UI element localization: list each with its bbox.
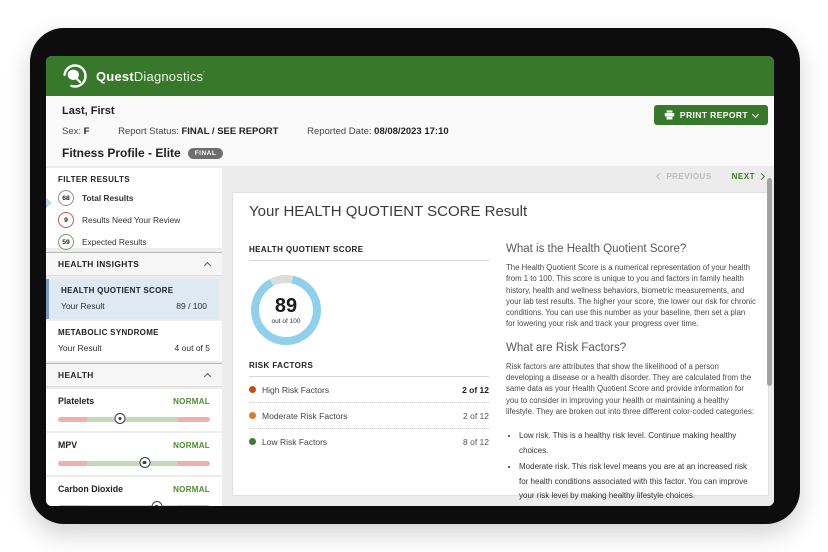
about-risk-paragraph: Risk factors are attributes that show th… xyxy=(506,361,756,417)
print-report-label: PRINT REPORT xyxy=(680,110,748,120)
sex-value: F xyxy=(84,126,90,137)
score-column: HEALTH QUOTIENT SCORE 89 out of 100 RISK… xyxy=(249,245,489,454)
risk-row-high: High Risk Factors 2 of 12 xyxy=(249,377,489,403)
status-badge: NORMAL xyxy=(173,397,210,406)
about-column: What is the Health Quotient Score? The H… xyxy=(506,243,756,506)
result-value: 89 / 100 xyxy=(176,301,207,311)
patient-meta: Sex: F Report Status: FINAL / SEE REPORT… xyxy=(62,126,475,137)
risk-bullet-low: Low risk. This is a healthy risk level. … xyxy=(519,429,756,459)
range-marker xyxy=(139,457,150,468)
active-filter-arrow xyxy=(46,197,52,209)
status-badge: NORMAL xyxy=(173,441,210,450)
result-label: Your Result xyxy=(58,343,102,353)
range-gauge xyxy=(58,505,210,506)
filter-item-expected-results[interactable]: 59 Expected Results xyxy=(58,234,210,250)
page: QuestDiagnostics’ Last, First Sex: F Rep… xyxy=(0,0,828,552)
count-circle: 9 xyxy=(58,212,74,228)
next-button[interactable]: NEXT xyxy=(732,172,764,181)
about-score-heading: What is the Health Quotient Score? xyxy=(506,243,756,255)
tablet-frame: QuestDiagnostics’ Last, First Sex: F Rep… xyxy=(30,28,800,524)
brand-name: QuestDiagnostics’ xyxy=(96,69,205,84)
result-detail-card: Your HEALTH QUOTIENT SCORE Result HEALTH… xyxy=(232,192,769,496)
sidebar-item-metabolic-syndrome[interactable]: METABOLIC SYNDROME Your Result 4 out of … xyxy=(46,321,222,361)
section-header-health[interactable]: HEALTH xyxy=(46,363,222,387)
hqs-gauge-ring: 89 out of 100 xyxy=(251,275,321,345)
content-area: FILTER RESULTS 68 Total Results 9 Result… xyxy=(46,166,774,506)
report-status-value: FINAL / SEE REPORT xyxy=(181,126,278,137)
risk-level-list: Low risk. This is a healthy risk level. … xyxy=(506,429,756,506)
range-marker xyxy=(115,413,126,424)
reported-date-label: Reported Date: xyxy=(307,126,371,137)
reported-date-value: 08/08/2023 17:10 xyxy=(374,126,448,137)
filter-item-total-results[interactable]: 68 Total Results xyxy=(58,190,210,206)
low-risk-dot-icon xyxy=(249,438,256,445)
chevron-down-icon xyxy=(752,110,759,117)
risk-bullet-high: High risk. This risk level means you are… xyxy=(519,505,756,506)
count-circle: 68 xyxy=(58,190,74,206)
quest-logo-icon xyxy=(62,63,88,89)
risk-row-moderate: Moderate Risk Factors 2 of 12 xyxy=(249,403,489,429)
sidebar-item-platelets[interactable]: Platelets NORMAL xyxy=(46,389,222,431)
count-circle: 59 xyxy=(58,234,74,250)
risk-row-low: Low Risk Factors 8 of 12 xyxy=(249,429,489,454)
chevron-left-icon xyxy=(656,173,663,180)
range-gauge xyxy=(58,461,210,466)
print-report-button[interactable]: PRINT REPORT xyxy=(654,105,768,125)
sidebar-item-mpv[interactable]: MPV NORMAL xyxy=(46,433,222,475)
score-section-label: HEALTH QUOTIENT SCORE xyxy=(249,245,489,261)
about-score-paragraph: The Health Quotient Score is a numerical… xyxy=(506,262,756,330)
result-label: Your Result xyxy=(61,301,105,311)
moderate-risk-dot-icon xyxy=(249,412,256,419)
sex-label: Sex: xyxy=(62,126,81,137)
vertical-scrollbar[interactable] xyxy=(767,178,772,386)
previous-button[interactable]: PREVIOUS xyxy=(657,172,711,181)
screen: QuestDiagnostics’ Last, First Sex: F Rep… xyxy=(46,56,774,506)
filter-results-title: FILTER RESULTS xyxy=(58,175,210,184)
patient-name: Last, First xyxy=(62,105,115,117)
sidebar-item-carbon-dioxide[interactable]: Carbon Dioxide NORMAL xyxy=(46,477,222,506)
chevron-up-icon xyxy=(204,373,211,380)
report-status-label: Report Status: xyxy=(118,126,179,137)
chevron-up-icon xyxy=(204,262,211,269)
risk-bullet-moderate: Moderate risk. This risk level means you… xyxy=(519,460,756,504)
patient-header: Last, First Sex: F Report Status: FINAL … xyxy=(46,96,774,167)
page-title: Your HEALTH QUOTIENT SCORE Result xyxy=(249,203,527,220)
final-status-badge: FINAL xyxy=(188,148,224,159)
score-value: 89 xyxy=(275,296,297,316)
risk-factors-label: RISK FACTORS xyxy=(249,361,489,377)
high-risk-dot-icon xyxy=(249,386,256,393)
result-value: 4 out of 5 xyxy=(175,343,210,353)
about-risk-heading: What are Risk Factors? xyxy=(506,342,756,354)
chevron-right-icon xyxy=(758,173,765,180)
app-header: QuestDiagnostics’ xyxy=(46,56,774,96)
sidebar-item-health-quotient-score[interactable]: HEALTH QUOTIENT SCORE Your Result 89 / 1… xyxy=(46,279,219,319)
result-pager: PREVIOUS NEXT xyxy=(657,172,764,181)
range-marker xyxy=(151,501,162,506)
filter-results-panel: FILTER RESULTS 68 Total Results 9 Result… xyxy=(46,168,222,248)
status-badge: NORMAL xyxy=(173,485,210,494)
score-caption: out of 100 xyxy=(272,318,301,325)
profile-title-row: Fitness Profile - Elite FINAL xyxy=(62,146,223,160)
section-header-health-insights[interactable]: HEALTH INSIGHTS xyxy=(46,252,222,276)
printer-icon xyxy=(664,110,675,120)
range-gauge xyxy=(58,417,210,422)
hqs-gauge-center: 89 out of 100 xyxy=(259,283,313,337)
filter-item-need-review[interactable]: 9 Results Need Your Review xyxy=(58,212,210,228)
profile-title: Fitness Profile - Elite xyxy=(62,146,181,160)
